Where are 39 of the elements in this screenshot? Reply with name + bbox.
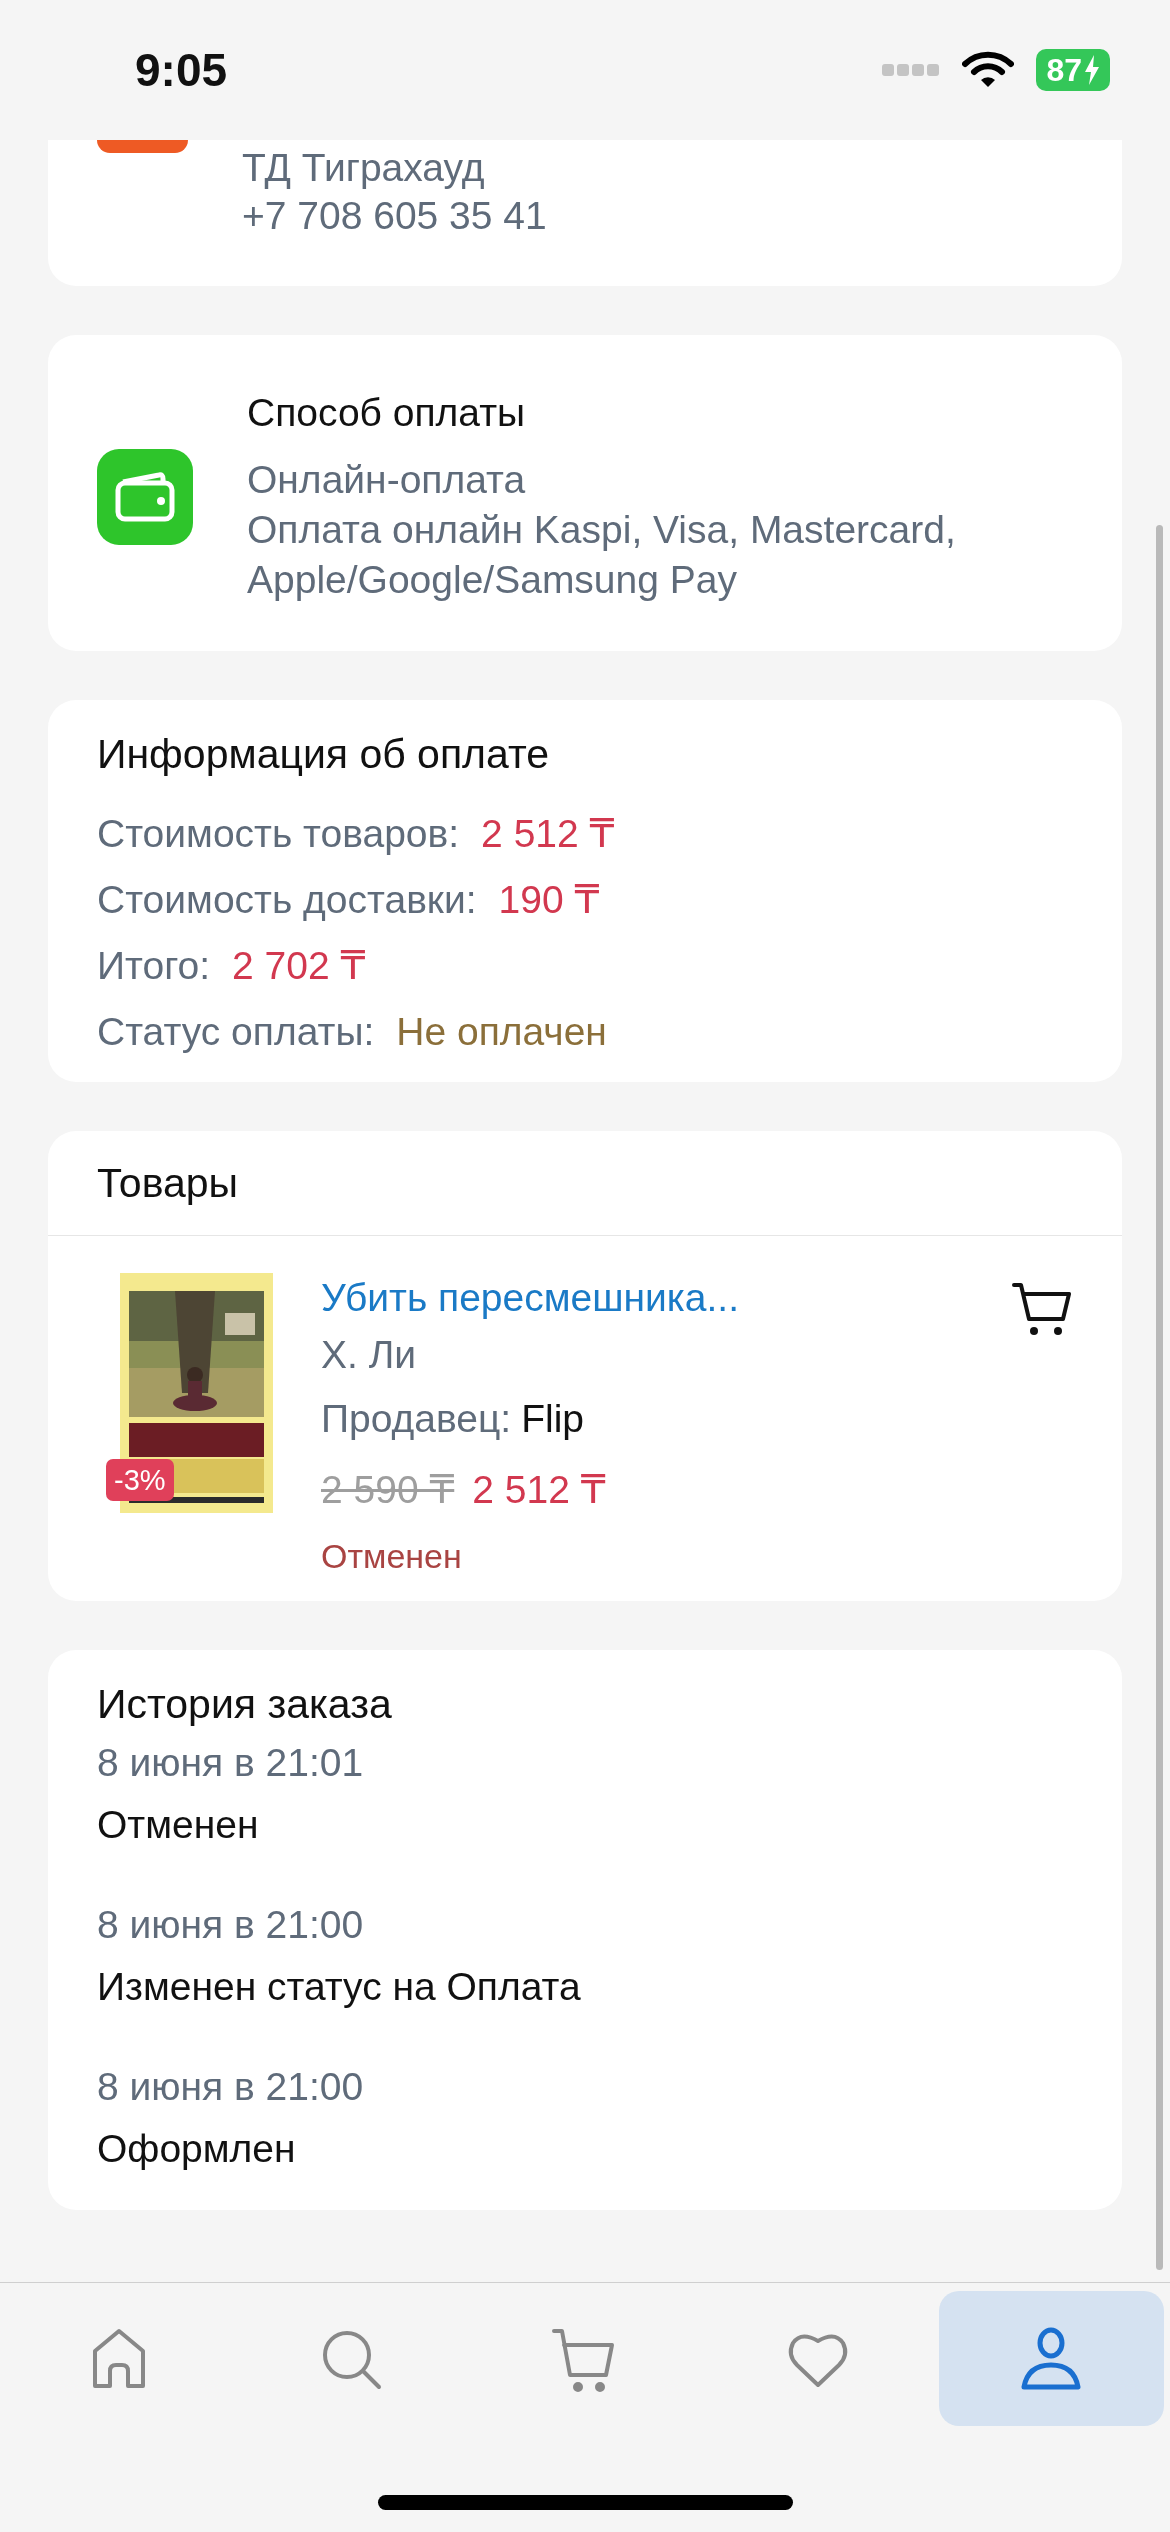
wallet-icon bbox=[97, 448, 193, 545]
price-value: 2 702 ₸ bbox=[232, 943, 366, 989]
history-date: 8 июня в 21:01 bbox=[97, 1740, 365, 1786]
seller-label: Продавец: bbox=[321, 1396, 512, 1442]
charging-icon bbox=[1084, 55, 1100, 85]
product-title-link[interactable]: Убить пересмешника... bbox=[321, 1273, 963, 1323]
add-to-cart-button[interactable] bbox=[1011, 1281, 1073, 1337]
info-label: Стоимость товаров: bbox=[97, 811, 460, 857]
section-title: Информация об оплате bbox=[97, 730, 551, 779]
store-logo-icon bbox=[97, 140, 188, 153]
payment-method-details: Оплата онлайн Kaspi, Visa, Mastercard, Apple/Google/Samsung Pay bbox=[247, 507, 957, 603]
info-label: Стоимость доставки: bbox=[97, 877, 477, 923]
discount-badge: -3% bbox=[106, 1459, 174, 1501]
section-title: Товары bbox=[97, 1159, 239, 1208]
history-event: Оформлен bbox=[97, 2126, 297, 2172]
product-price: 2 512 ₸ bbox=[472, 1467, 606, 1513]
info-label: Итого: bbox=[97, 943, 211, 989]
store-phone: +7 708 605 35 41 bbox=[242, 193, 547, 239]
order-item-status: Отменен bbox=[321, 1536, 463, 1577]
store-name: ТД Тиграхауд bbox=[242, 145, 486, 191]
battery-indicator: 87 bbox=[1036, 49, 1110, 91]
info-label: Статус оплаты: bbox=[97, 1009, 375, 1055]
history-event: Отменен bbox=[97, 1802, 260, 1848]
product-author: Х. Ли bbox=[321, 1332, 418, 1378]
signal-icon bbox=[882, 63, 941, 77]
seller-name: Flip bbox=[521, 1396, 584, 1442]
section-title: История заказа bbox=[97, 1680, 393, 1729]
history-date: 8 июня в 21:00 bbox=[97, 2064, 365, 2110]
old-price: 2 590 ₸ bbox=[321, 1467, 455, 1513]
status-time: 9:05 bbox=[135, 42, 228, 98]
price-value: 190 ₸ bbox=[498, 877, 600, 923]
nav-tab[interactable] bbox=[938, 2291, 1164, 2426]
price-value: 2 512 ₸ bbox=[481, 811, 615, 857]
history-event: Изменен статус на Оплата bbox=[97, 1964, 582, 2010]
status-value: Не оплачен bbox=[396, 1009, 607, 1055]
payment-method-name: Онлайн-оплата bbox=[247, 457, 527, 503]
history-date: 8 июня в 21:00 bbox=[97, 1902, 365, 1948]
wifi-icon bbox=[962, 51, 1015, 89]
payment-method-title: Способ оплаты bbox=[247, 390, 527, 436]
